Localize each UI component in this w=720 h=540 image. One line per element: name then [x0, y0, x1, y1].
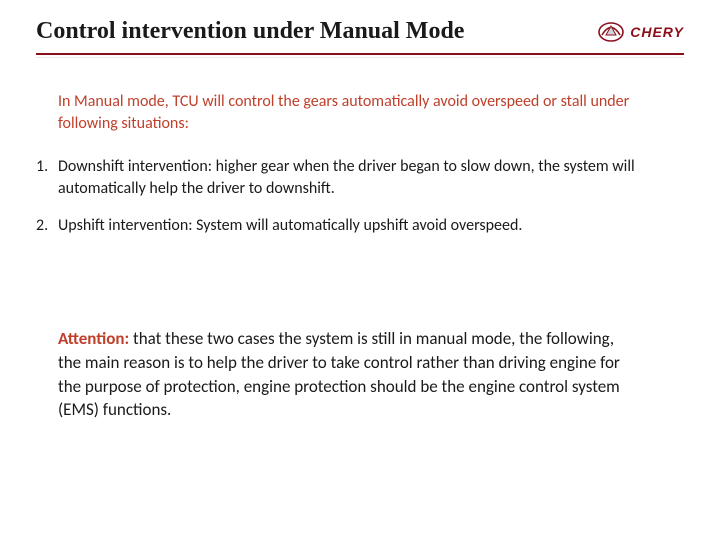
list-item-number: 1. — [36, 156, 58, 178]
intro-paragraph: In Manual mode, TCU will control the gea… — [58, 91, 644, 134]
list-item-text: Upshift intervention: System will automa… — [58, 215, 644, 237]
list-item: 2. Upshift intervention: System will aut… — [36, 215, 644, 237]
brand-logo: CHERY — [598, 22, 684, 42]
header-divider — [36, 53, 684, 55]
attention-text: that these two cases the system is still… — [58, 328, 620, 420]
chery-emblem-icon — [598, 22, 624, 42]
header-row: Control intervention under Manual Mode C… — [36, 18, 684, 45]
list-item-number: 2. — [36, 215, 58, 237]
attention-paragraph: Attention: that these two cases the syst… — [58, 327, 638, 422]
list-item-text: Downshift intervention: higher gear when… — [58, 156, 644, 199]
list-item: 1. Downshift intervention: higher gear w… — [36, 156, 644, 199]
page-title: Control intervention under Manual Mode — [36, 18, 464, 45]
numbered-list: 1. Downshift intervention: higher gear w… — [36, 156, 644, 237]
attention-label: Attention: — [58, 328, 129, 349]
slide: Control intervention under Manual Mode C… — [0, 0, 720, 540]
brand-name: CHERY — [630, 24, 684, 40]
